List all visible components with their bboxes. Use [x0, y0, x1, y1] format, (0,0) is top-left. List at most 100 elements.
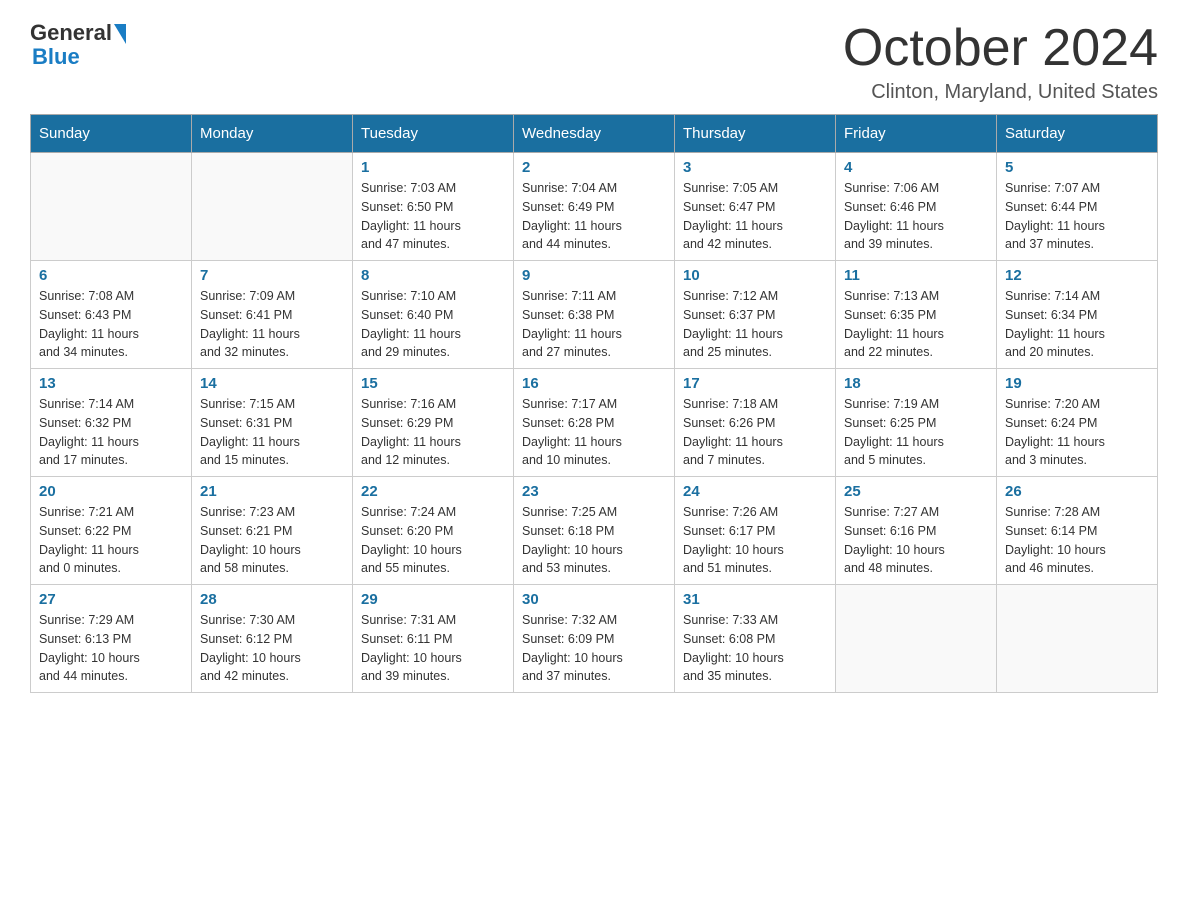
- day-info: Sunrise: 7:14 AM Sunset: 6:32 PM Dayligh…: [39, 395, 183, 470]
- day-number: 4: [844, 159, 988, 176]
- day-number: 18: [844, 375, 988, 392]
- calendar-day-cell: [192, 153, 353, 261]
- day-of-week-header: Saturday: [997, 115, 1158, 153]
- calendar-day-cell: 26 Sunrise: 7:28 AM Sunset: 6:14 PM Dayli…: [997, 477, 1158, 585]
- calendar-day-cell: 15 Sunrise: 7:16 AM Sunset: 6:29 PM Dayli…: [353, 369, 514, 477]
- day-number: 22: [361, 483, 505, 500]
- calendar-day-cell: 22 Sunrise: 7:24 AM Sunset: 6:20 PM Dayli…: [353, 477, 514, 585]
- day-of-week-header: Friday: [836, 115, 997, 153]
- calendar-day-cell: 20 Sunrise: 7:21 AM Sunset: 6:22 PM Dayli…: [31, 477, 192, 585]
- day-number: 25: [844, 483, 988, 500]
- calendar-day-cell: 8Sunrise: 7:10 AM Sunset: 6:40 PM Daylig…: [353, 261, 514, 369]
- calendar-week-row: 13 Sunrise: 7:14 AM Sunset: 6:32 PM Dayli…: [31, 369, 1158, 477]
- calendar-day-cell: 11 Sunrise: 7:13 AM Sunset: 6:35 PM Dayli…: [836, 261, 997, 369]
- day-info: Sunrise: 7:20 AM Sunset: 6:24 PM Dayligh…: [1005, 395, 1149, 470]
- day-number: 14: [200, 375, 344, 392]
- day-info: Sunrise: 7:09 AM Sunset: 6:41 PM Dayligh…: [200, 287, 344, 362]
- calendar-day-cell: 25Sunrise: 7:27 AM Sunset: 6:16 PM Dayli…: [836, 477, 997, 585]
- logo-blue-text: Blue: [30, 44, 80, 70]
- day-info: Sunrise: 7:28 AM Sunset: 6:14 PM Dayligh…: [1005, 503, 1149, 578]
- day-number: 13: [39, 375, 183, 392]
- day-info: Sunrise: 7:29 AM Sunset: 6:13 PM Dayligh…: [39, 611, 183, 686]
- day-number: 10: [683, 267, 827, 284]
- day-info: Sunrise: 7:32 AM Sunset: 6:09 PM Dayligh…: [522, 611, 666, 686]
- calendar-day-cell: 17Sunrise: 7:18 AM Sunset: 6:26 PM Dayli…: [675, 369, 836, 477]
- day-info: Sunrise: 7:04 AM Sunset: 6:49 PM Dayligh…: [522, 179, 666, 254]
- calendar-body: 1 Sunrise: 7:03 AM Sunset: 6:50 PM Daylig…: [31, 153, 1158, 693]
- day-number: 11: [844, 267, 988, 284]
- day-info: Sunrise: 7:24 AM Sunset: 6:20 PM Dayligh…: [361, 503, 505, 578]
- calendar-day-cell: 16 Sunrise: 7:17 AM Sunset: 6:28 PM Dayli…: [514, 369, 675, 477]
- day-info: Sunrise: 7:18 AM Sunset: 6:26 PM Dayligh…: [683, 395, 827, 470]
- calendar-day-cell: 10Sunrise: 7:12 AM Sunset: 6:37 PM Dayli…: [675, 261, 836, 369]
- day-number: 24: [683, 483, 827, 500]
- calendar-week-row: 20 Sunrise: 7:21 AM Sunset: 6:22 PM Dayli…: [31, 477, 1158, 585]
- days-of-week-row: SundayMondayTuesdayWednesdayThursdayFrid…: [31, 115, 1158, 153]
- day-info: Sunrise: 7:13 AM Sunset: 6:35 PM Dayligh…: [844, 287, 988, 362]
- day-number: 6: [39, 267, 183, 284]
- day-info: Sunrise: 7:15 AM Sunset: 6:31 PM Dayligh…: [200, 395, 344, 470]
- calendar-day-cell: 24 Sunrise: 7:26 AM Sunset: 6:17 PM Dayli…: [675, 477, 836, 585]
- calendar-day-cell: [997, 585, 1158, 693]
- day-number: 9: [522, 267, 666, 284]
- day-number: 1: [361, 159, 505, 176]
- day-of-week-header: Thursday: [675, 115, 836, 153]
- day-info: Sunrise: 7:31 AM Sunset: 6:11 PM Dayligh…: [361, 611, 505, 686]
- location-text: Clinton, Maryland, United States: [843, 81, 1158, 104]
- day-info: Sunrise: 7:21 AM Sunset: 6:22 PM Dayligh…: [39, 503, 183, 578]
- day-of-week-header: Sunday: [31, 115, 192, 153]
- calendar-header: SundayMondayTuesdayWednesdayThursdayFrid…: [31, 115, 1158, 153]
- title-section: October 2024 Clinton, Maryland, United S…: [843, 20, 1158, 104]
- day-number: 7: [200, 267, 344, 284]
- month-title: October 2024: [843, 20, 1158, 77]
- day-number: 20: [39, 483, 183, 500]
- day-info: Sunrise: 7:03 AM Sunset: 6:50 PM Dayligh…: [361, 179, 505, 254]
- calendar-day-cell: 31Sunrise: 7:33 AM Sunset: 6:08 PM Dayli…: [675, 585, 836, 693]
- day-info: Sunrise: 7:14 AM Sunset: 6:34 PM Dayligh…: [1005, 287, 1149, 362]
- page-header: General Blue October 2024 Clinton, Maryl…: [30, 20, 1158, 104]
- calendar-day-cell: 5Sunrise: 7:07 AM Sunset: 6:44 PM Daylig…: [997, 153, 1158, 261]
- day-of-week-header: Tuesday: [353, 115, 514, 153]
- day-number: 30: [522, 591, 666, 608]
- day-number: 19: [1005, 375, 1149, 392]
- logo-general-text: General: [30, 20, 112, 46]
- calendar-day-cell: 14 Sunrise: 7:15 AM Sunset: 6:31 PM Dayli…: [192, 369, 353, 477]
- day-number: 26: [1005, 483, 1149, 500]
- day-number: 27: [39, 591, 183, 608]
- day-info: Sunrise: 7:07 AM Sunset: 6:44 PM Dayligh…: [1005, 179, 1149, 254]
- day-info: Sunrise: 7:17 AM Sunset: 6:28 PM Dayligh…: [522, 395, 666, 470]
- day-info: Sunrise: 7:19 AM Sunset: 6:25 PM Dayligh…: [844, 395, 988, 470]
- day-number: 3: [683, 159, 827, 176]
- day-number: 2: [522, 159, 666, 176]
- day-info: Sunrise: 7:23 AM Sunset: 6:21 PM Dayligh…: [200, 503, 344, 578]
- calendar-day-cell: 3 Sunrise: 7:05 AM Sunset: 6:47 PM Daylig…: [675, 153, 836, 261]
- calendar-day-cell: 18 Sunrise: 7:19 AM Sunset: 6:25 PM Dayli…: [836, 369, 997, 477]
- calendar-day-cell: 1 Sunrise: 7:03 AM Sunset: 6:50 PM Daylig…: [353, 153, 514, 261]
- day-of-week-header: Wednesday: [514, 115, 675, 153]
- logo-triangle-icon: [114, 24, 126, 44]
- day-number: 8: [361, 267, 505, 284]
- calendar-week-row: 6 Sunrise: 7:08 AM Sunset: 6:43 PM Daylig…: [31, 261, 1158, 369]
- calendar-day-cell: 12 Sunrise: 7:14 AM Sunset: 6:34 PM Dayli…: [997, 261, 1158, 369]
- calendar-day-cell: [836, 585, 997, 693]
- day-number: 16: [522, 375, 666, 392]
- day-number: 23: [522, 483, 666, 500]
- day-info: Sunrise: 7:05 AM Sunset: 6:47 PM Dayligh…: [683, 179, 827, 254]
- day-number: 28: [200, 591, 344, 608]
- calendar-day-cell: 23Sunrise: 7:25 AM Sunset: 6:18 PM Dayli…: [514, 477, 675, 585]
- calendar-day-cell: 28Sunrise: 7:30 AM Sunset: 6:12 PM Dayli…: [192, 585, 353, 693]
- calendar-week-row: 27 Sunrise: 7:29 AM Sunset: 6:13 PM Dayli…: [31, 585, 1158, 693]
- day-info: Sunrise: 7:26 AM Sunset: 6:17 PM Dayligh…: [683, 503, 827, 578]
- day-number: 12: [1005, 267, 1149, 284]
- calendar-day-cell: 2 Sunrise: 7:04 AM Sunset: 6:49 PM Daylig…: [514, 153, 675, 261]
- day-info: Sunrise: 7:11 AM Sunset: 6:38 PM Dayligh…: [522, 287, 666, 362]
- day-number: 15: [361, 375, 505, 392]
- calendar-day-cell: 13 Sunrise: 7:14 AM Sunset: 6:32 PM Dayli…: [31, 369, 192, 477]
- calendar-day-cell: 6 Sunrise: 7:08 AM Sunset: 6:43 PM Daylig…: [31, 261, 192, 369]
- day-info: Sunrise: 7:08 AM Sunset: 6:43 PM Dayligh…: [39, 287, 183, 362]
- calendar-day-cell: 7 Sunrise: 7:09 AM Sunset: 6:41 PM Daylig…: [192, 261, 353, 369]
- calendar-day-cell: 29 Sunrise: 7:31 AM Sunset: 6:11 PM Dayli…: [353, 585, 514, 693]
- day-number: 29: [361, 591, 505, 608]
- day-number: 21: [200, 483, 344, 500]
- day-info: Sunrise: 7:16 AM Sunset: 6:29 PM Dayligh…: [361, 395, 505, 470]
